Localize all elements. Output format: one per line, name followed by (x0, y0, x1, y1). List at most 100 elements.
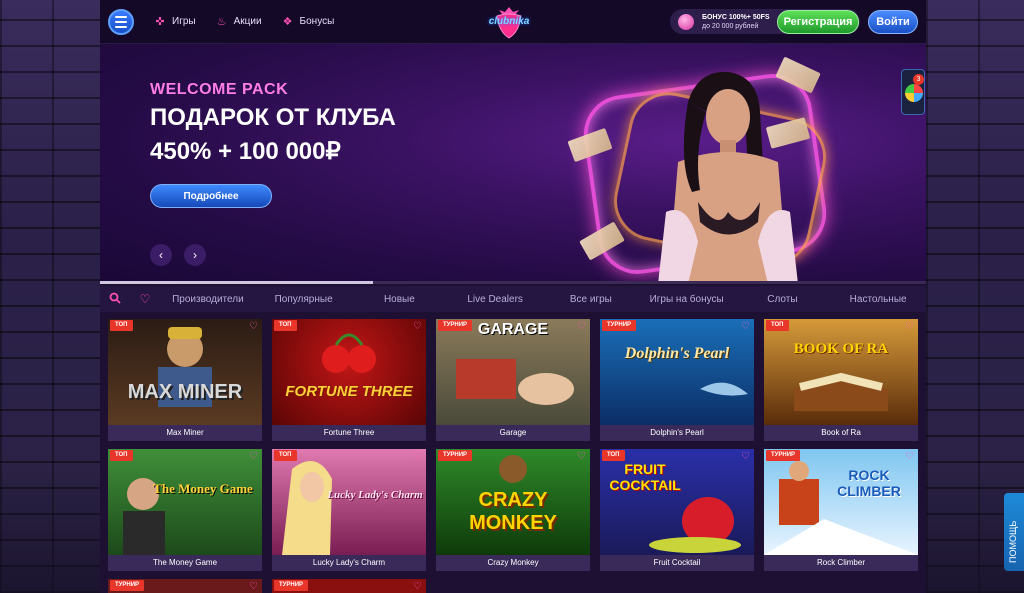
login-button[interactable]: Войти (868, 10, 918, 34)
game-card[interactable]: CRAZY MONKEY ТУРНИР ♡ Crazy Monkey (436, 449, 590, 571)
tab-bonus-games[interactable]: Игры на бонусы (639, 294, 735, 305)
nav-item-promos[interactable]: ♨ Акции (216, 16, 262, 28)
carousel-progress (100, 281, 926, 284)
main-nav: ✜ Игры ♨ Акции ❖ Бонусы (154, 16, 334, 28)
carousel-next-button[interactable]: › (184, 244, 206, 266)
gamepad-icon: ✜ (155, 15, 165, 28)
tab-all-games[interactable]: Все игры (543, 294, 639, 305)
game-title: Book of Ra (764, 425, 918, 441)
game-badge: ТОП (274, 320, 297, 331)
hero-model-image (658, 71, 798, 284)
tab-live-dealers[interactable]: Live Dealers (447, 294, 543, 305)
game-art-title: CRAZY MONKEY (469, 489, 557, 534)
game-art-title: MAX MINER (127, 381, 243, 403)
game-title: Rock Climber (764, 555, 918, 571)
favorite-heart-icon[interactable]: ♡ (740, 451, 751, 462)
tab-new[interactable]: Новые (352, 294, 448, 305)
game-title: Lucky Lady's Charm (272, 555, 426, 571)
game-badge: ТОП (602, 450, 625, 461)
game-thumbnail: ROCK CLIMBER (764, 449, 918, 555)
favorite-heart-icon[interactable]: ♡ (248, 581, 259, 592)
game-card[interactable]: MAX MINER ТОП ♡ Max Miner (108, 319, 262, 441)
help-label: ПОМОЩЬ (1008, 520, 1018, 563)
search-icon[interactable] (100, 292, 130, 307)
favorite-heart-icon[interactable]: ♡ (248, 321, 259, 332)
favorite-heart-icon[interactable]: ♡ (412, 321, 423, 332)
wheel-of-fortune-widget[interactable]: 3 (901, 69, 925, 115)
game-art-title: BOOK OF RA (793, 341, 889, 357)
game-card[interactable]: BOOK OF RA ТОП ♡ Book of Ra (764, 319, 918, 441)
tab-table-games[interactable]: Настольные (830, 294, 926, 305)
category-tabs: ♡ Производители Популярные Новые Live De… (100, 286, 926, 312)
game-badge: ТОП (274, 450, 297, 461)
favorite-heart-icon[interactable]: ♡ (576, 451, 587, 462)
game-card[interactable]: Lucky Lady's Charm ТОП ♡ Lucky Lady's Ch… (272, 449, 426, 571)
game-title: Fortune Three (272, 425, 426, 441)
brick-wall-left (0, 0, 100, 593)
gift-icon: ❖ (282, 15, 293, 28)
site-logo[interactable]: clubnika (487, 4, 531, 40)
favorite-heart-icon[interactable]: ♡ (904, 321, 915, 332)
more-button[interactable]: Подробнее (150, 184, 272, 208)
game-title: Dolphin's Pearl (600, 425, 754, 441)
game-card[interactable]: Dolphin's Pearl ТУРНИР ♡ Dolphin's Pearl (600, 319, 754, 441)
game-card[interactable]: ROCK CLIMBER ТУРНИР ♡ Rock Climber (764, 449, 918, 571)
game-badge: ТУРНИР (438, 450, 473, 461)
game-card[interactable]: FORTUNE THREE ТОП ♡ Fortune Three (272, 319, 426, 441)
tab-slots[interactable]: Слоты (735, 294, 831, 305)
hero-banner: WELCOME PACK ПОДАРОК ОТ КЛУБА 450% + 100… (100, 44, 926, 284)
game-badge: ТУРНИР (766, 450, 801, 461)
game-art-title: FRUIT COCKTAIL (609, 461, 681, 493)
help-button[interactable]: ПОМОЩЬ (1004, 493, 1024, 571)
game-title: Garage (436, 425, 590, 441)
game-art-title: The Money Game (153, 481, 253, 496)
chevron-left-icon: ‹ (159, 248, 163, 262)
game-title: Fruit Cocktail (600, 555, 754, 571)
game-art-title: Dolphin's Pearl (624, 345, 730, 362)
favorite-heart-icon[interactable]: ♡ (576, 321, 587, 332)
game-art-title: Lucky Lady's Charm (327, 489, 423, 501)
heart-icon[interactable]: ♡ (130, 292, 160, 306)
game-thumbnail: FORTUNE THREE (272, 319, 426, 425)
game-thumbnail: MAX MINER (108, 319, 262, 425)
nav-label: Акции (233, 16, 262, 27)
game-art-title: ROCK CLIMBER (837, 467, 901, 499)
game-card[interactable]: FRUIT COCKTAIL ТОП ♡ Fruit Cocktail (600, 449, 754, 571)
game-thumbnail: BOOK OF RA (764, 319, 918, 425)
favorite-heart-icon[interactable]: ♡ (412, 451, 423, 462)
favorite-heart-icon[interactable]: ♡ (412, 581, 423, 592)
tab-popular[interactable]: Популярные (256, 294, 352, 305)
game-thumbnail: CRAZY MONKEY (436, 449, 590, 555)
logo-text: clubnika (488, 16, 530, 27)
game-card-partial[interactable]: ТУРНИР ♡ (272, 579, 426, 593)
game-badge: ТОП (110, 320, 133, 331)
fire-icon: ♨ (216, 15, 227, 28)
menu-button[interactable] (108, 8, 134, 35)
game-badge: ТУРНИР (274, 580, 309, 591)
tab-providers[interactable]: Производители (160, 294, 256, 305)
game-card[interactable]: GARAGE ТУРНИР ♡ Garage (436, 319, 590, 441)
bonus-title: БОНУС 100%+ 50FS (702, 13, 770, 21)
game-badge: ТУРНИР (438, 320, 473, 331)
game-thumbnail: GARAGE (436, 319, 590, 425)
game-title: Max Miner (108, 425, 262, 441)
favorite-heart-icon[interactable]: ♡ (740, 321, 751, 332)
hero-amount: 450% + 100 000₽ (150, 138, 341, 165)
register-button[interactable]: Регистрация (777, 10, 859, 34)
game-card-partial[interactable]: ТУРНИР ♡ (108, 579, 262, 593)
favorite-heart-icon[interactable]: ♡ (248, 451, 259, 462)
chevron-right-icon: › (193, 248, 197, 262)
game-title: Crazy Monkey (436, 555, 590, 571)
game-art-title: FORTUNE THREE (285, 383, 413, 400)
game-card[interactable]: The Money Game ТОП ♡ The Money Game (108, 449, 262, 571)
game-badge: ТОП (110, 450, 133, 461)
favorite-heart-icon[interactable]: ♡ (904, 451, 915, 462)
game-title: The Money Game (108, 555, 262, 571)
coin-icon (678, 13, 694, 30)
nav-item-games[interactable]: ✜ Игры (154, 15, 195, 28)
nav-item-bonuses[interactable]: ❖ Бонусы (282, 16, 335, 28)
carousel-prev-button[interactable]: ‹ (150, 244, 172, 266)
nav-label: Бонусы (299, 16, 335, 27)
game-thumbnail: Dolphin's Pearl (600, 319, 754, 425)
game-badge: ТОП (766, 320, 789, 331)
